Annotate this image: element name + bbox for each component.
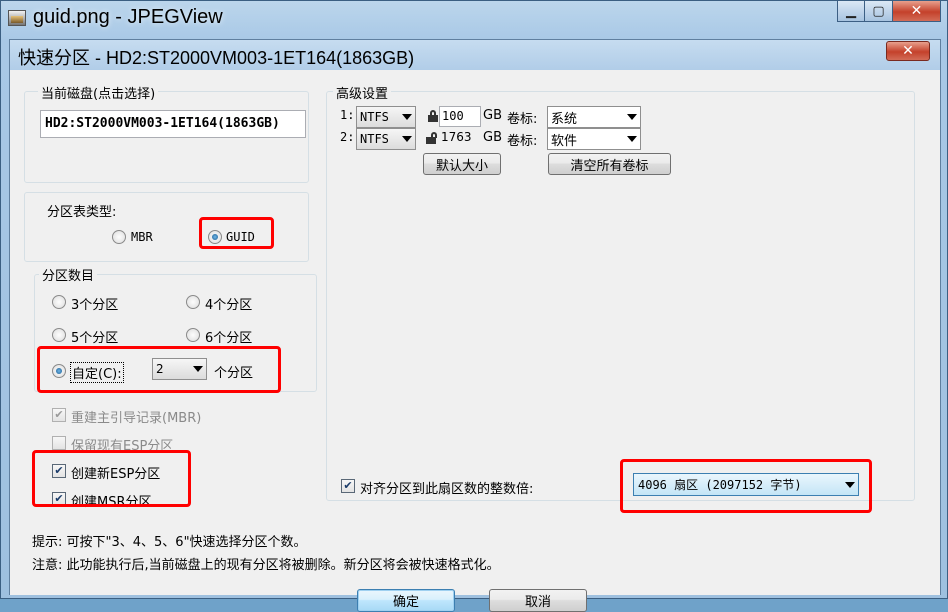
esp-msr-highlight	[32, 450, 191, 507]
cancel-button[interactable]: 取消	[489, 589, 587, 612]
maximize-button[interactable]: ▢	[865, 1, 893, 22]
dialog-title: 快速分区 - HD2:ST2000VM003-1ET164(1863GB)	[18, 48, 415, 68]
row2-volume-label: 软件	[551, 133, 578, 149]
row2-volume-caption: 卷标:	[507, 134, 538, 149]
chevron-down-icon	[402, 114, 412, 120]
default-size-button[interactable]: 默认大小	[423, 153, 501, 175]
window-caption-buttons: ▁ ▢ ✕	[837, 1, 941, 23]
viewer-title: guid.png - JPEGView	[33, 6, 223, 28]
dialog-close-button[interactable]: ✕	[886, 41, 930, 61]
three-partitions-radio[interactable]	[52, 295, 66, 309]
advanced-settings-label: 高级设置	[333, 83, 392, 102]
current-disk-label: 当前磁盘(点击选择)	[38, 83, 159, 102]
maximize-icon: ▢	[872, 3, 885, 19]
chevron-down-icon	[627, 114, 637, 120]
five-partitions-radio[interactable]	[52, 328, 66, 342]
partition-count-label: 分区数目	[39, 265, 98, 284]
partition-table-label: 分区表类型:	[47, 205, 117, 220]
row2-unit: GB	[483, 130, 502, 145]
close-button[interactable]: ✕	[893, 1, 941, 22]
row2-volume-label-combo[interactable]: 软件	[547, 128, 641, 150]
six-partitions-radio[interactable]	[186, 328, 200, 342]
align-highlight	[620, 459, 872, 513]
four-partitions-label[interactable]: 4个分区	[205, 294, 252, 313]
row2-fs-value: NTFS	[360, 132, 389, 146]
row2-index: 2:	[340, 130, 355, 144]
quick-partition-dialog: 快速分区 - HD2:ST2000VM003-1ET164(1863GB) ✕ …	[9, 39, 941, 612]
tip-text: 提示: 可按下"3、4、5、6"快速选择分区个数。	[32, 535, 307, 550]
align-checkbox[interactable]: ✔	[341, 479, 355, 493]
clear-labels-button[interactable]: 清空所有卷标	[548, 153, 671, 175]
row1-volume-caption: 卷标:	[507, 112, 538, 127]
custom-count-highlight	[37, 346, 281, 393]
close-icon: ✕	[902, 43, 914, 59]
viewer-titlebar: guid.png - JPEGView ▁ ▢ ✕	[1, 1, 947, 37]
ok-button[interactable]: 确定	[357, 589, 455, 612]
mbr-radio[interactable]	[112, 230, 126, 244]
four-partitions-radio[interactable]	[186, 295, 200, 309]
row2-size[interactable]: 1763	[441, 130, 472, 144]
jpegview-window: guid.png - JPEGView ▁ ▢ ✕ 快速分区 - HD2:ST2…	[0, 0, 948, 612]
row1-size-input[interactable]: 100	[439, 106, 481, 127]
lock-icon[interactable]	[428, 110, 438, 122]
align-label[interactable]: 对齐分区到此扇区数的整数倍:	[360, 478, 533, 497]
rebuild-mbr-label[interactable]: 重建主引导记录(MBR)	[71, 407, 201, 426]
six-partitions-label[interactable]: 6个分区	[205, 327, 252, 346]
row1-volume-label-combo[interactable]: 系统	[547, 106, 641, 128]
image-app-icon	[8, 10, 26, 26]
current-disk-field[interactable]: HD2:ST2000VM003-1ET164(1863GB)	[40, 110, 306, 138]
three-partitions-label[interactable]: 3个分区	[71, 294, 118, 313]
mbr-label[interactable]: MBR	[131, 230, 153, 244]
dialog-titlebar: 快速分区 - HD2:ST2000VM003-1ET164(1863GB) ✕	[10, 40, 940, 70]
unlock-icon[interactable]	[426, 132, 437, 144]
row2-fs-dropdown[interactable]: NTFS	[356, 128, 416, 150]
five-partitions-label[interactable]: 5个分区	[71, 327, 118, 346]
note-text: 注意: 此功能执行后,当前磁盘上的现有分区将被删除。新分区将会被快速格式化。	[32, 558, 500, 573]
chevron-down-icon	[627, 136, 637, 142]
row1-index: 1:	[340, 108, 355, 122]
row1-fs-dropdown[interactable]: NTFS	[356, 106, 416, 128]
row1-volume-label: 系统	[551, 111, 578, 127]
rebuild-mbr-checkbox[interactable]: ✔	[52, 408, 66, 422]
guid-highlight	[199, 217, 274, 249]
keep-esp-checkbox[interactable]	[52, 436, 66, 450]
dialog-content: 当前磁盘(点击选择) HD2:ST2000VM003-1ET164(1863GB…	[10, 70, 940, 612]
close-icon: ✕	[910, 3, 923, 19]
chevron-down-icon	[402, 136, 412, 142]
row1-fs-value: NTFS	[360, 110, 389, 124]
minimize-button[interactable]: ▁	[837, 1, 865, 22]
row1-unit: GB	[483, 108, 502, 123]
minimize-icon: ▁	[846, 3, 856, 19]
